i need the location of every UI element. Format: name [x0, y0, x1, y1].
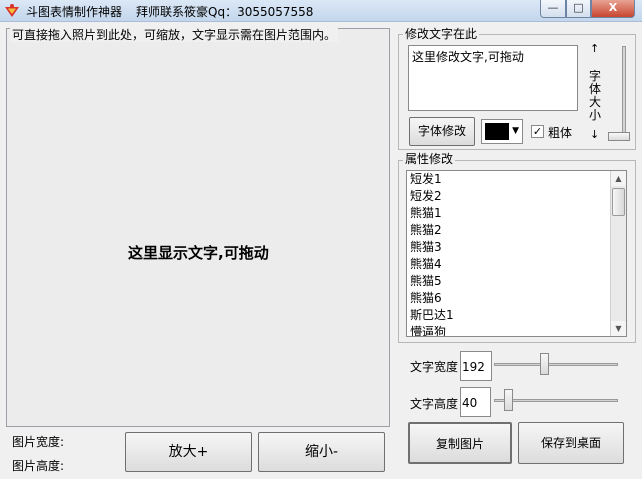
text-width-field[interactable]: 192 — [460, 351, 492, 381]
text-width-label: 文字宽度 — [410, 360, 459, 374]
list-item[interactable]: 熊猫6 — [410, 290, 454, 307]
text-edit-field[interactable]: 这里修改文字,可拖动 — [408, 45, 578, 111]
text-height-slider-thumb[interactable] — [504, 389, 513, 411]
font-size-thumb[interactable] — [608, 132, 630, 141]
save-to-desktop-button[interactable]: 保存到桌面 — [518, 422, 624, 464]
zoom-out-button[interactable]: 缩小- — [258, 432, 385, 472]
scroll-up-icon[interactable]: ▲ — [611, 171, 626, 186]
properties-list[interactable]: 短发1 短发2 熊猫1 熊猫2 熊猫3 熊猫4 熊猫5 熊猫6 斯巴达1 懵逼狗 ▲ ▼ — [406, 170, 627, 337]
window-title: 斗图表情制作神器 拜师联系筱豪Qq：3055057558 — [26, 5, 314, 19]
text-height-label: 文字高度 — [410, 397, 459, 411]
font-size-slider[interactable]: ↑ 字体大小 ↓ — [582, 42, 632, 146]
app-logo-icon — [5, 4, 19, 17]
drop-area-caption: 可直接拖入照片到此处，可缩放，文字显示需在图片范围内。 — [10, 28, 339, 42]
text-width-slider-track[interactable] — [494, 363, 618, 366]
image-drop-area[interactable] — [6, 28, 390, 427]
font-size-label: 字体大小 — [588, 69, 601, 122]
edit-text-group-title: 修改文字在此 — [403, 27, 480, 41]
font-color-picker[interactable]: ▼ — [481, 119, 523, 144]
scroll-thumb[interactable] — [612, 188, 625, 216]
font-color-swatch — [485, 123, 509, 140]
bold-label: 粗体 — [548, 126, 573, 140]
list-item[interactable]: 熊猫4 — [410, 256, 454, 273]
list-item[interactable]: 短发2 — [410, 188, 454, 205]
properties-group-title: 属性修改 — [403, 152, 456, 166]
list-item[interactable]: 短发1 — [410, 171, 454, 188]
list-item[interactable]: 熊猫2 — [410, 222, 454, 239]
list-item[interactable]: 斯巴达1 — [410, 307, 454, 324]
list-item[interactable]: 熊猫1 — [410, 205, 454, 222]
text-width-slider-thumb[interactable] — [540, 353, 549, 375]
maximize-button[interactable]: □ — [566, 0, 591, 18]
overlay-text[interactable]: 这里显示文字,可拖动 — [128, 242, 269, 263]
arrow-up-icon: ↑ — [590, 42, 600, 55]
list-item[interactable]: 懵逼狗 — [410, 324, 454, 336]
zoom-in-button[interactable]: 放大+ — [125, 432, 252, 472]
list-item[interactable]: 熊猫5 — [410, 273, 454, 290]
scroll-down-icon[interactable]: ▼ — [611, 321, 626, 336]
copy-image-button[interactable]: 复制图片 — [408, 422, 512, 464]
minimize-button[interactable]: — — [540, 0, 566, 18]
arrow-down-icon: ↓ — [590, 128, 600, 141]
image-height-label: 图片高度: — [12, 459, 65, 473]
font-size-track[interactable] — [622, 46, 626, 140]
list-scrollbar[interactable]: ▲ ▼ — [610, 171, 626, 336]
close-button[interactable]: X — [591, 0, 635, 18]
text-height-field[interactable]: 40 — [460, 387, 491, 417]
title-bar[interactable]: 斗图表情制作神器 拜师联系筱豪Qq：3055057558 — □ X — [0, 0, 642, 22]
bold-checkbox[interactable]: ✓ — [531, 125, 544, 138]
list-item[interactable]: 熊猫3 — [410, 239, 454, 256]
font-modify-button[interactable]: 字体修改 — [409, 117, 475, 146]
image-width-label: 图片宽度: — [12, 435, 65, 449]
dropdown-arrow-icon: ▼ — [512, 126, 519, 136]
